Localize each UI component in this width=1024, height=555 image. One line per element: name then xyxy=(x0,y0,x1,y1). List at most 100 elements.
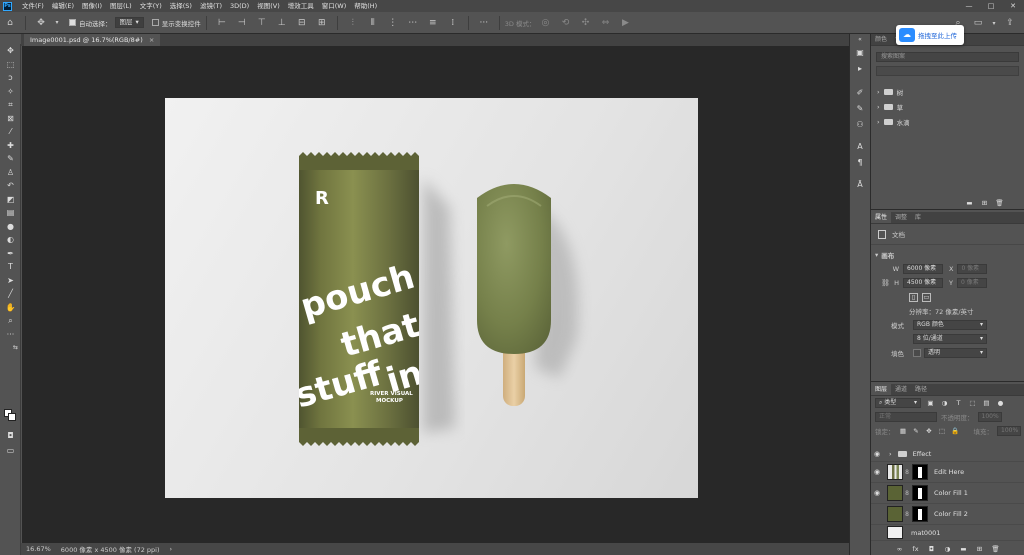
align-left-icon[interactable]: ⊢ xyxy=(215,16,229,30)
history-brush-tool-icon[interactable]: ↶ xyxy=(0,179,21,193)
stamp-tool-icon[interactable]: ♙ xyxy=(0,166,21,180)
mode-dropdown[interactable]: RGB 颜色 ▾ xyxy=(913,320,987,330)
swap-colors-icon[interactable]: ⇆ xyxy=(0,341,21,355)
distribute-5-icon[interactable]: ≡ xyxy=(426,16,440,30)
path-selection-tool-icon[interactable]: ➤ xyxy=(0,274,21,288)
canvas-section-header[interactable]: ▾ 画布 xyxy=(871,248,1024,262)
height-field[interactable]: 4500 像素 xyxy=(903,278,943,288)
landscape-icon[interactable]: ▭ xyxy=(922,292,931,302)
lock-artboard-icon[interactable]: ⬚ xyxy=(938,427,947,436)
menu-plugins[interactable]: 增效工具 xyxy=(284,0,318,12)
align-bottom-icon[interactable]: ⊞ xyxy=(315,16,329,30)
pattern-group-water[interactable]: › 水滴 xyxy=(871,114,1024,129)
layer-row-color-fill-1[interactable]: ◉ 8 Color Fill 1 xyxy=(871,483,1024,504)
move-tool-icon[interactable]: ✥ xyxy=(0,44,21,58)
chevron-right-icon[interactable]: › xyxy=(889,450,892,458)
filter-toggle-icon[interactable]: ● xyxy=(996,399,1005,408)
align-center-icon[interactable]: ⊣ xyxy=(235,16,249,30)
tab-color[interactable]: 颜色 xyxy=(871,34,891,45)
fill-swatch[interactable] xyxy=(913,349,921,357)
fill-field[interactable]: 100% xyxy=(997,426,1021,436)
align-middle-icon[interactable]: ⊟ xyxy=(295,16,309,30)
distribute-3-icon[interactable]: ⋮ xyxy=(386,16,400,30)
document-canvas[interactable]: R pouch that stuff in RIVER VISUAL MOCKU… xyxy=(165,98,698,498)
visibility-eye-icon[interactable]: ◉ xyxy=(871,489,883,497)
magic-wand-tool-icon[interactable]: ✧ xyxy=(0,85,21,99)
frame-tool-icon[interactable]: ⊠ xyxy=(0,112,21,126)
type-tool-icon[interactable]: T xyxy=(0,260,21,274)
blend-mode-dropdown[interactable]: 正常 xyxy=(875,412,937,422)
character-panel-icon[interactable]: A xyxy=(850,138,870,154)
align-right-icon[interactable]: ⊤ xyxy=(255,16,269,30)
collapse-panels-icon[interactable]: « xyxy=(850,34,870,44)
chevron-down-icon[interactable]: ▾ xyxy=(991,16,997,30)
close-tab-icon[interactable]: × xyxy=(149,36,154,44)
filter-smart-icon[interactable]: ▤ xyxy=(982,399,991,408)
trash-icon[interactable]: 🗑 xyxy=(991,544,1000,553)
distribute-2-icon[interactable]: ⫴ xyxy=(366,16,380,30)
show-transform-checkbox[interactable] xyxy=(151,19,159,26)
quick-mask-icon[interactable]: ◘ xyxy=(0,429,21,443)
y-field[interactable]: 0 像素 xyxy=(956,278,987,288)
document-tab[interactable]: Image0001.psd @ 16.7%(RGB/8#) × xyxy=(24,34,161,46)
lock-all-icon[interactable]: 🔒 xyxy=(951,427,960,436)
distribute-6-icon[interactable]: ⁞ xyxy=(446,16,460,30)
tab-paths[interactable]: 路径 xyxy=(911,384,931,395)
hand-tool-icon[interactable]: ✋ xyxy=(0,301,21,315)
tab-properties[interactable]: 属性 xyxy=(871,212,892,223)
auto-select-option[interactable]: 自动选择： xyxy=(69,18,112,28)
tab-layers[interactable]: 图层 xyxy=(871,384,892,395)
distribute-1-icon[interactable]: ⫶ xyxy=(346,16,360,30)
filter-type-icon[interactable]: T xyxy=(954,399,963,408)
more-tools-icon[interactable]: ··· xyxy=(0,328,21,342)
layer-filter-dropdown[interactable]: ⌕ 类型 ▾ xyxy=(875,398,921,408)
tab-libraries[interactable]: 库 xyxy=(911,212,925,223)
workspace-icon[interactable]: ▭ xyxy=(971,16,985,30)
actions-panel-icon[interactable]: ▸ xyxy=(850,60,870,76)
fill-dropdown[interactable]: 透明 ▾ xyxy=(924,348,987,358)
adjustment-layer-icon[interactable]: ◑ xyxy=(943,544,952,553)
bit-depth-dropdown[interactable]: 8 位/通道 ▾ xyxy=(913,334,987,344)
menu-image[interactable]: 图像(I) xyxy=(78,0,106,12)
width-field[interactable]: 6000 像素 xyxy=(903,264,943,274)
crop-tool-icon[interactable]: ⌗ xyxy=(0,98,21,112)
marquee-tool-icon[interactable]: ⬚ xyxy=(0,58,21,72)
filter-adjustment-icon[interactable]: ◑ xyxy=(940,399,949,408)
auto-select-checkbox[interactable] xyxy=(69,19,76,26)
dodge-tool-icon[interactable]: ◐ xyxy=(0,233,21,247)
background-color-swatch[interactable] xyxy=(8,413,16,421)
pattern-search-input[interactable]: 搜索图案 xyxy=(876,52,1019,62)
menu-file[interactable]: 文件(F) xyxy=(18,0,48,12)
layer-row-mat0001[interactable]: ◉ mat0001 xyxy=(871,525,1024,541)
add-mask-icon[interactable]: ◘ xyxy=(927,544,936,553)
menu-select[interactable]: 选择(S) xyxy=(166,0,196,12)
home-icon[interactable]: ⌂ xyxy=(3,16,17,30)
eraser-tool-icon[interactable]: ◩ xyxy=(0,193,21,207)
brush-settings-icon[interactable]: ✐ xyxy=(850,84,870,100)
pen-tool-icon[interactable]: ✒ xyxy=(0,247,21,261)
menu-filter[interactable]: 滤镜(T) xyxy=(196,0,226,12)
trash-icon[interactable]: 🗑 xyxy=(995,198,1004,207)
lasso-tool-icon[interactable]: ↄ xyxy=(0,71,21,85)
gradient-tool-icon[interactable]: ▤ xyxy=(0,206,21,220)
layer-row-edit-here[interactable]: ◉ 8 Edit Here xyxy=(871,462,1024,483)
distribute-4-icon[interactable]: ⋯ xyxy=(406,16,420,30)
menu-layer[interactable]: 图层(L) xyxy=(106,0,136,12)
status-info-arrow[interactable]: › xyxy=(165,545,178,553)
visibility-eye-icon[interactable]: ◉ xyxy=(871,529,883,537)
layer-row-effect[interactable]: ◉ › Effect xyxy=(871,446,1024,462)
visibility-eye-icon[interactable]: ◉ xyxy=(871,510,883,518)
show-transform-option[interactable]: 显示变换控件 xyxy=(151,18,201,28)
filter-pixel-icon[interactable]: ▣ xyxy=(926,399,935,408)
history-panel-icon[interactable]: ▣ xyxy=(850,44,870,60)
lock-transparency-icon[interactable]: ▦ xyxy=(899,427,908,436)
lock-pixels-icon[interactable]: ✎ xyxy=(912,427,921,436)
more-options-icon[interactable]: ··· xyxy=(477,16,491,30)
new-group-icon[interactable]: ▬ xyxy=(965,198,974,207)
chevron-down-icon[interactable]: ▾ xyxy=(54,16,60,30)
zoom-level[interactable]: 16.67% xyxy=(21,545,56,553)
healing-brush-tool-icon[interactable]: ✚ xyxy=(0,139,21,153)
move-tool-icon[interactable]: ✥ xyxy=(34,16,48,30)
new-pattern-icon[interactable]: ⊞ xyxy=(980,198,989,207)
pattern-group-tree[interactable]: › 树 xyxy=(871,84,1024,99)
